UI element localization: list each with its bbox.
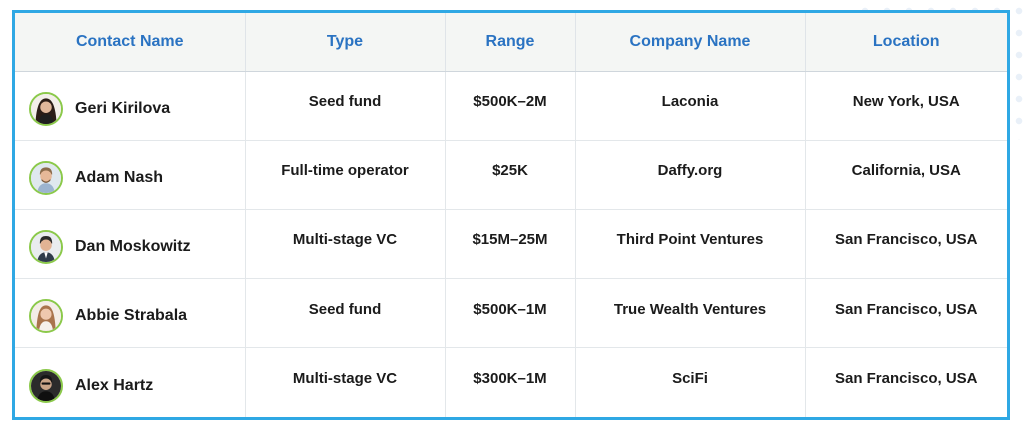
range-cell: $15M–25M: [445, 209, 576, 280]
range-value: $300K–1M: [473, 370, 547, 388]
range-value: $25K: [492, 162, 528, 180]
range-value: $500K–1M: [473, 300, 547, 318]
location-value: California, USA: [851, 162, 961, 180]
company-cell: True Wealth Ventures: [575, 278, 806, 349]
type-value: Multi-stage VC: [292, 231, 398, 249]
investor-contacts-table: Contact Name Type Range Company Name Loc…: [12, 10, 1010, 420]
header-company-name: Company Name: [575, 13, 806, 72]
table-row: Geri Kirilova Seed fund $500K–2M Laconia…: [15, 71, 1007, 141]
person-avatar-icon: [29, 299, 63, 334]
location-cell: New York, USA: [805, 71, 1007, 141]
type-value: Seed fund: [308, 300, 382, 318]
range-value: $15M–25M: [472, 231, 548, 249]
person-avatar-icon: [29, 160, 63, 195]
type-value: Multi-stage VC: [292, 370, 398, 388]
location-cell: San Francisco, USA: [805, 278, 1007, 349]
contact-name: Alex Hartz: [75, 376, 154, 394]
location-value: San Francisco, USA: [834, 300, 978, 318]
company-cell: Third Point Ventures: [575, 209, 806, 280]
person-avatar-icon: [29, 368, 63, 403]
company-value: True Wealth Ventures: [613, 300, 767, 318]
location-value: San Francisco, USA: [834, 370, 978, 388]
company-cell: Daffy.org: [575, 140, 806, 210]
contact-name: Adam Nash: [75, 168, 164, 186]
location-cell: California, USA: [805, 140, 1007, 210]
contact-name-cell: Dan Moskowitz: [15, 209, 246, 280]
company-value: SciFi: [672, 370, 708, 388]
contacts-table: Contact Name Type Range Company Name Loc…: [15, 13, 1007, 417]
type-cell: Seed fund: [245, 278, 446, 349]
company-value: Laconia: [661, 93, 719, 111]
person-avatar-icon: [29, 91, 63, 126]
contact-name: Abbie Strabala: [75, 307, 188, 325]
type-cell: Multi-stage VC: [245, 209, 446, 280]
contact-name: Geri Kirilova: [75, 99, 171, 117]
type-cell: Seed fund: [245, 71, 446, 141]
type-value: Seed fund: [308, 93, 382, 111]
contact-name-cell: Geri Kirilova: [15, 71, 246, 141]
location-cell: San Francisco, USA: [805, 209, 1007, 280]
company-cell: SciFi: [575, 347, 806, 417]
range-value: $500K–2M: [473, 93, 547, 111]
range-cell: $500K–1M: [445, 278, 576, 349]
header-location: Location: [805, 13, 1007, 72]
table-header-row: Contact Name Type Range Company Name Loc…: [15, 13, 1007, 72]
header-range: Range: [445, 13, 576, 72]
table-row: Abbie Strabala Seed fund $500K–1M True W…: [15, 278, 1007, 349]
type-value: Full-time operator: [281, 162, 409, 180]
range-cell: $500K–2M: [445, 71, 576, 141]
table-row: Alex Hartz Multi-stage VC $300K–1M SciFi…: [15, 347, 1007, 417]
location-cell: San Francisco, USA: [805, 348, 1007, 417]
contact-name-cell: Adam Nash: [15, 140, 246, 210]
company-value: Daffy.org: [657, 162, 723, 180]
contact-name-cell: Abbie Strabala: [15, 278, 246, 349]
type-cell: Multi-stage VC: [245, 347, 446, 417]
company-cell: Laconia: [575, 71, 806, 141]
contact-name-cell: Alex Hartz: [15, 347, 246, 417]
location-value: San Francisco, USA: [834, 231, 978, 249]
table-row: Adam Nash Full-time operator $25K Daffy.…: [15, 140, 1007, 210]
company-value: Third Point Ventures: [616, 231, 764, 249]
type-cell: Full-time operator: [245, 140, 446, 210]
range-cell: $25K: [445, 140, 576, 210]
contact-name: Dan Moskowitz: [75, 237, 191, 255]
header-contact-name: Contact Name: [15, 13, 246, 72]
range-cell: $300K–1M: [445, 347, 576, 417]
person-avatar-icon: [29, 229, 63, 264]
location-value: New York, USA: [852, 93, 960, 111]
table-row: Dan Moskowitz Multi-stage VC $15M–25M Th…: [15, 209, 1007, 280]
header-type: Type: [245, 13, 446, 72]
